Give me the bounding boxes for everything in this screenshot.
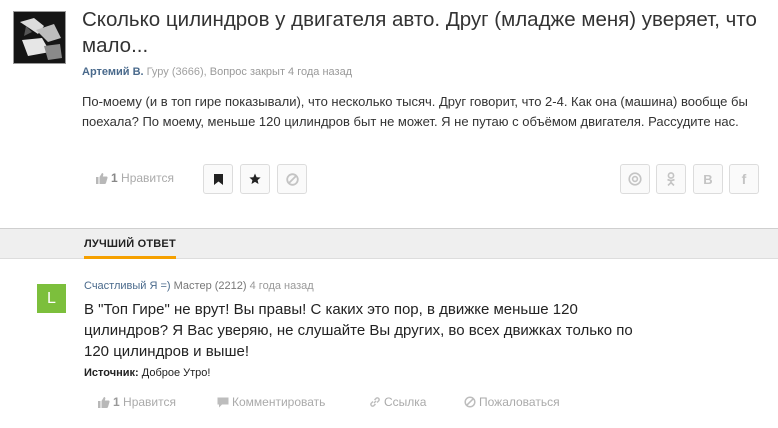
question-like-button[interactable]: 1 Нравится xyxy=(95,171,174,185)
best-answer-tab-underline xyxy=(84,256,176,259)
answer-like-label: Нравится xyxy=(123,395,176,409)
link-icon xyxy=(370,397,380,407)
question-status: Вопрос закрыт 4 года назад xyxy=(209,66,353,78)
answer-like-button[interactable]: 1 Нравится xyxy=(97,395,176,409)
answer-author-link[interactable]: Счастливый Я =) xyxy=(84,280,171,292)
ignore-button[interactable] xyxy=(277,164,307,194)
answer-source-label: Источник: xyxy=(84,367,139,379)
bookmark-icon xyxy=(213,173,223,185)
question-like-label: Нравится xyxy=(121,171,174,185)
question-body: По-моему (и в топ гире показывали), что … xyxy=(82,94,748,129)
bookmark-button[interactable] xyxy=(203,164,233,194)
question-actions: 1 Нравится B f xyxy=(95,164,765,194)
question-author-score: (3666), xyxy=(171,66,207,78)
answer-body: В "Топ Гире" не врут! Вы правы! С каких … xyxy=(84,301,633,360)
share-facebook-button[interactable]: f xyxy=(729,164,759,194)
answer-report-label: Пожаловаться xyxy=(479,395,560,409)
question-title: Сколько цилиндров у двигателя авто. Друг… xyxy=(82,8,757,57)
answer-report-button[interactable]: Пожаловаться xyxy=(464,395,560,409)
best-answer-tab: ЛУЧШИЙ ОТВЕТ xyxy=(84,238,176,250)
question-author-link[interactable]: Артемий В. xyxy=(82,66,144,78)
share-odnoklassniki-button[interactable] xyxy=(656,164,686,194)
thumbs-up-icon xyxy=(98,397,110,408)
block-icon xyxy=(285,172,299,186)
answer-source: Источник: Доброе Утро! xyxy=(84,367,210,379)
vk-icon: B xyxy=(703,171,713,187)
question-like-count: 1 xyxy=(111,171,118,185)
answer-link-label: Ссылка xyxy=(384,395,427,409)
question-author-avatar[interactable] xyxy=(13,11,66,64)
answer-comment-button[interactable]: Комментировать xyxy=(217,395,325,409)
answer-author-rank: Мастер xyxy=(173,280,212,292)
odnoklassniki-icon xyxy=(667,172,675,186)
answer-link-button[interactable]: Ссылка xyxy=(369,395,426,409)
at-icon xyxy=(628,172,642,186)
answer-source-value: Доброе Утро! xyxy=(141,367,211,379)
answer-actions: 1 Нравится Комментировать Ссылка Пожалов… xyxy=(97,395,697,411)
report-icon xyxy=(464,396,476,408)
facebook-icon: f xyxy=(741,171,747,187)
answer-comment-label: Комментировать xyxy=(232,395,326,409)
best-answer-bar: ЛУЧШИЙ ОТВЕТ xyxy=(0,229,778,259)
thumbs-up-icon xyxy=(96,173,108,184)
comment-icon xyxy=(217,397,229,408)
answer-author-score: (2212) xyxy=(214,280,247,292)
share-email-button[interactable] xyxy=(620,164,650,194)
question-meta: Артемий В. Гуру (3666), Вопрос закрыт 4 … xyxy=(82,66,352,78)
answer-time: 4 года назад xyxy=(249,280,314,292)
question-author-rank: Гуру xyxy=(146,66,169,78)
share-vk-button[interactable]: B xyxy=(693,164,723,194)
answer-like-count: 1 xyxy=(113,395,120,409)
answer-meta: Счастливый Я =) Мастер (2212) 4 года наз… xyxy=(84,280,314,292)
star-icon xyxy=(249,173,261,184)
answer-author-avatar[interactable]: L xyxy=(37,284,66,313)
answer-avatar-letter: L xyxy=(47,289,56,307)
favorite-button[interactable] xyxy=(240,164,270,194)
